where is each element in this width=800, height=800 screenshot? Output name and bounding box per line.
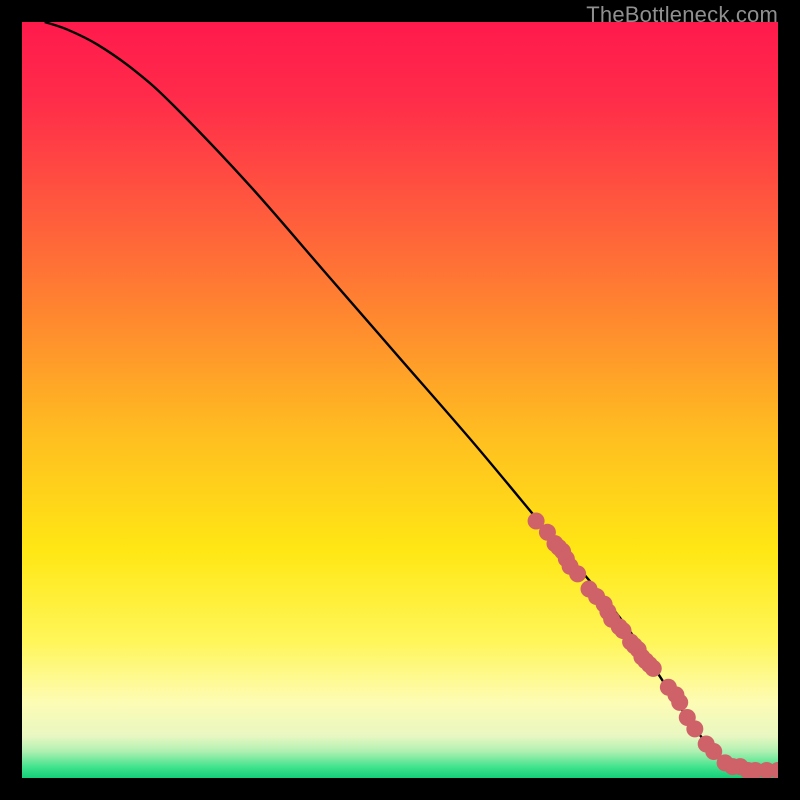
dot xyxy=(686,720,703,737)
attribution-text: TheBottleneck.com xyxy=(586,2,778,28)
chart-svg xyxy=(22,22,778,778)
chart-background xyxy=(22,22,778,778)
chart-plot-area xyxy=(22,22,778,778)
dot xyxy=(645,660,662,677)
stage: TheBottleneck.com xyxy=(0,0,800,800)
dot xyxy=(569,565,586,582)
dot xyxy=(671,694,688,711)
